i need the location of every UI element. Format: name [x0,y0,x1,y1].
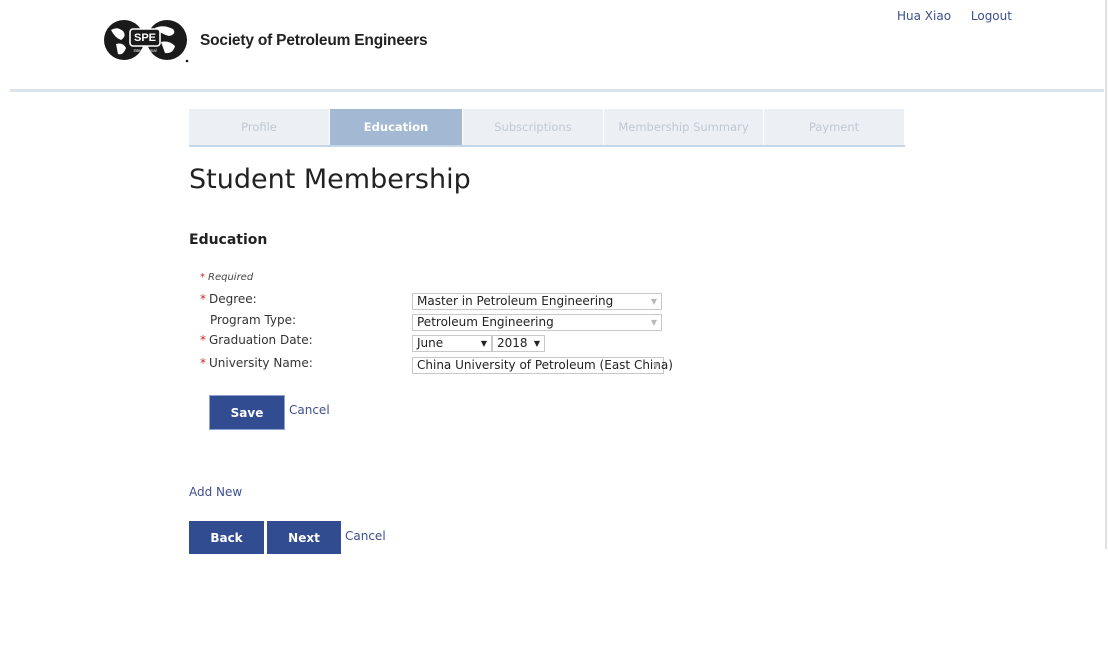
graduation-month-select[interactable]: June ▼ [412,335,492,352]
program-type-value: Petroleum Engineering [417,315,554,329]
step-membership-summary[interactable]: Membership Summary [604,109,764,145]
section-title: Education [189,232,268,248]
university-value: China University of Petroleum (East Chin… [417,358,673,372]
degree-label: * Degree: [200,292,257,306]
logout-link[interactable]: Logout [971,9,1012,23]
step-label: Payment [808,120,860,134]
university-label: * University Name: [200,356,313,370]
add-new-link[interactable]: Add New [189,485,242,499]
logo-text: SPE [134,32,156,44]
user-name-link[interactable]: Hua Xiao [897,9,951,23]
footer-cancel-link[interactable]: Cancel [345,529,386,543]
degree-value: Master in Petroleum Engineering [417,294,614,308]
scrollbar-edge [1105,0,1107,549]
graduation-date-label: * Graduation Date: [200,333,313,347]
header-divider [10,89,1104,92]
brand-name: Society of Petroleum Engineers [200,32,428,49]
graduation-year-select[interactable]: 2018 ▼ [492,335,545,352]
step-payment[interactable]: Payment [764,109,905,145]
step-label: Subscriptions [494,120,572,134]
back-button[interactable]: Back [189,521,264,554]
progress-steps: Profile Education Subscriptions Membersh… [189,109,905,147]
program-type-select[interactable]: Petroleum Engineering ▼ [412,314,662,331]
graduation-year-value: 2018 [497,336,528,350]
degree-select[interactable]: Master in Petroleum Engineering ▼ [412,293,662,310]
save-button[interactable]: Save [210,396,284,429]
spe-logo: SPE International [104,20,189,63]
step-education[interactable]: Education [330,109,463,145]
chevron-down-icon: ▼ [650,297,657,306]
step-subscriptions[interactable]: Subscriptions [463,109,604,145]
chevron-down-icon: ▼ [650,318,657,327]
next-button[interactable]: Next [267,521,341,554]
university-select[interactable]: China University of Petroleum (East Chin… [412,357,673,374]
step-label: Profile [241,120,277,134]
step-label: Membership Summary [618,120,749,134]
program-type-label: Program Type: [210,313,297,327]
chevron-down-icon: ▼ [533,339,540,348]
form-cancel-link[interactable]: Cancel [289,403,330,417]
required-note: * Required [200,272,254,283]
step-label: Education [363,120,429,134]
required-asterisk: * [200,272,205,283]
page-title: Student Membership [189,164,471,195]
page: SPE International Society of Petroleum E… [0,0,1108,653]
graduation-month-value: June [417,336,444,350]
step-profile[interactable]: Profile [189,109,330,145]
chevron-down-icon: ▼ [652,361,659,370]
user-links: Hua Xiao Logout [897,9,1028,23]
chevron-down-icon: ▼ [480,339,487,348]
logo-subtext: International [133,48,156,53]
